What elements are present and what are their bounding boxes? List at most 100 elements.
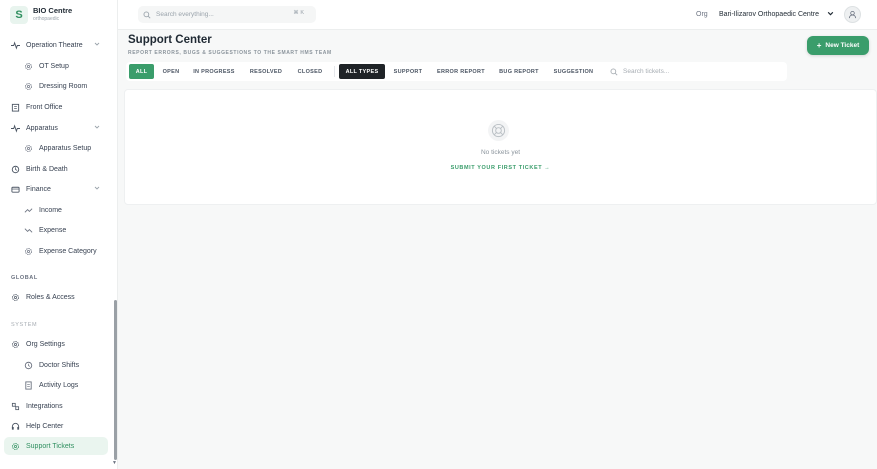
sidebar-item-roles-access[interactable]: Roles & Access bbox=[4, 288, 108, 306]
brand-name: BIO Centre bbox=[33, 6, 73, 15]
filter-type-support[interactable]: SUPPORT bbox=[389, 64, 427, 79]
chevron-down-icon bbox=[94, 185, 100, 193]
sidebar-item-label: Activity Logs bbox=[39, 381, 79, 389]
sidebar-item-label: Dressing Room bbox=[39, 82, 88, 90]
ticket-search-input[interactable] bbox=[623, 68, 773, 75]
gear-icon bbox=[23, 143, 33, 153]
building-icon bbox=[10, 102, 20, 112]
sidebar-item-label: OT Setup bbox=[39, 62, 69, 70]
gear-icon bbox=[23, 61, 33, 71]
clock-icon bbox=[23, 360, 33, 370]
sidebar-item-label: Roles & Access bbox=[26, 293, 75, 301]
support-empty-icon bbox=[488, 120, 509, 141]
wallet-icon bbox=[10, 184, 20, 194]
chevron-down-icon bbox=[827, 10, 834, 19]
sidebar-item-label: Org Settings bbox=[26, 340, 65, 348]
search-shortcut: ⌘ K bbox=[293, 10, 304, 16]
filter-divider bbox=[334, 66, 335, 77]
plus-icon: + bbox=[816, 41, 822, 50]
gear-icon bbox=[10, 441, 20, 451]
sidebar-item-label: Support Tickets bbox=[26, 442, 75, 450]
brand-subtitle: orthopaedic bbox=[33, 16, 60, 22]
filter-type-error-report[interactable]: ERROR REPORT bbox=[432, 64, 490, 79]
sidebar-item-label: Doctor Shifts bbox=[39, 361, 80, 369]
sidebar: S BIO Centre orthopaedic Operation Theat… bbox=[0, 0, 118, 469]
new-ticket-label: New Ticket bbox=[825, 42, 860, 49]
sidebar-item-operation-theatre[interactable]: Operation Theatre bbox=[4, 36, 108, 54]
empty-state-text: No tickets yet bbox=[480, 149, 520, 156]
org-name: Bari-Ilizarov Orthopaedic Centre bbox=[719, 11, 819, 18]
sidebar-item-birth-death[interactable]: Birth & Death bbox=[4, 160, 108, 178]
global-search-input[interactable] bbox=[156, 11, 286, 18]
sidebar-item-label: Expense Category bbox=[39, 247, 97, 255]
sidebar-item-label: Apparatus bbox=[26, 124, 58, 132]
trend-down-icon bbox=[23, 225, 33, 235]
sidebar-item-label: Birth & Death bbox=[26, 165, 68, 173]
sidebar-item-label: Income bbox=[39, 206, 62, 214]
global-search[interactable]: ⌘ K bbox=[138, 6, 316, 23]
page-title: Support Center bbox=[128, 34, 212, 46]
gear-icon bbox=[23, 81, 33, 91]
sidebar-item-income[interactable]: Income bbox=[4, 201, 108, 219]
top-header: ⌘ K Org Bari-Ilizarov Orthopaedic Centre bbox=[118, 0, 877, 30]
section-label-system: SYSTEM bbox=[11, 322, 38, 328]
trend-up-icon bbox=[23, 205, 33, 215]
sidebar-item-org-settings[interactable]: Org Settings bbox=[4, 335, 108, 353]
brand-logo: S bbox=[10, 6, 28, 24]
sidebar-item-finance[interactable]: Finance bbox=[4, 180, 108, 198]
chevron-down-icon bbox=[94, 41, 100, 49]
gear-icon bbox=[10, 339, 20, 349]
user-avatar[interactable] bbox=[844, 6, 861, 23]
sidebar-item-expense-category[interactable]: Expense Category bbox=[4, 242, 108, 260]
org-label: Org bbox=[696, 11, 708, 18]
sidebar-scrollbar[interactable] bbox=[114, 300, 117, 460]
search-icon bbox=[610, 63, 618, 81]
gear-icon bbox=[23, 246, 33, 256]
page-subtitle: REPORT ERRORS, BUGS & SUGGESTIONS TO THE… bbox=[128, 50, 332, 56]
filter-type-all[interactable]: ALL TYPES bbox=[339, 64, 385, 79]
filter-status-open[interactable]: OPEN bbox=[157, 64, 185, 79]
sidebar-item-dressing-room[interactable]: Dressing Room bbox=[4, 77, 108, 95]
sidebar-item-expense[interactable]: Expense bbox=[4, 221, 108, 239]
section-label-global: GLOBAL bbox=[11, 275, 38, 281]
sidebar-item-integrations[interactable]: Integrations bbox=[4, 397, 108, 415]
tickets-card: No tickets yet SUBMIT YOUR FIRST TICKET … bbox=[124, 89, 877, 205]
brand[interactable]: S BIO Centre orthopaedic bbox=[10, 6, 72, 24]
pulse-icon bbox=[10, 40, 20, 50]
filter-type-bug-report[interactable]: BUG REPORT bbox=[494, 64, 544, 79]
sidebar-item-apparatus[interactable]: Apparatus bbox=[4, 119, 108, 137]
plug-icon bbox=[10, 401, 20, 411]
sidebar-item-activity-logs[interactable]: Activity Logs bbox=[4, 376, 108, 394]
submit-first-ticket-link[interactable]: SUBMIT YOUR FIRST TICKET → bbox=[125, 165, 876, 171]
scroll-down-arrow-icon[interactable]: ▼ bbox=[112, 460, 117, 466]
document-icon bbox=[23, 380, 33, 390]
sidebar-item-ot-setup[interactable]: OT Setup bbox=[4, 57, 108, 75]
sidebar-item-support-tickets[interactable]: Support Tickets bbox=[4, 437, 108, 455]
filter-type-suggestion[interactable]: SUGGESTION bbox=[548, 64, 599, 79]
headset-icon bbox=[10, 421, 20, 431]
cycle-icon bbox=[10, 164, 20, 174]
filter-status-in-progress[interactable]: IN PROGRESS bbox=[189, 64, 239, 79]
user-icon bbox=[848, 6, 857, 24]
sidebar-item-apparatus-setup[interactable]: Apparatus Setup bbox=[4, 139, 108, 157]
sidebar-item-help-center[interactable]: Help Center bbox=[4, 417, 108, 435]
sidebar-item-label: Finance bbox=[26, 185, 51, 193]
org-selector[interactable]: Bari-Ilizarov Orthopaedic Centre bbox=[719, 10, 834, 19]
pulse-icon bbox=[10, 123, 20, 133]
sidebar-item-label: Front Office bbox=[26, 103, 63, 111]
sidebar-item-label: Help Center bbox=[26, 422, 64, 430]
sidebar-item-doctor-shifts[interactable]: Doctor Shifts bbox=[4, 356, 108, 374]
sidebar-item-front-office[interactable]: Front Office bbox=[4, 98, 108, 116]
filter-status-resolved[interactable]: RESOLVED bbox=[244, 64, 288, 79]
sidebar-item-label: Operation Theatre bbox=[26, 41, 83, 49]
search-icon bbox=[143, 6, 151, 24]
chevron-down-icon bbox=[94, 124, 100, 132]
gear-icon bbox=[10, 292, 20, 302]
filter-status-closed[interactable]: CLOSED bbox=[292, 64, 328, 79]
new-ticket-button[interactable]: + New Ticket bbox=[807, 36, 869, 55]
filter-status-all[interactable]: ALL bbox=[129, 64, 154, 79]
filter-bar: ALL OPEN IN PROGRESS RESOLVED CLOSED ALL… bbox=[126, 62, 787, 81]
sidebar-item-label: Expense bbox=[39, 226, 67, 234]
sidebar-item-label: Apparatus Setup bbox=[39, 144, 92, 152]
ticket-search[interactable] bbox=[610, 64, 785, 79]
